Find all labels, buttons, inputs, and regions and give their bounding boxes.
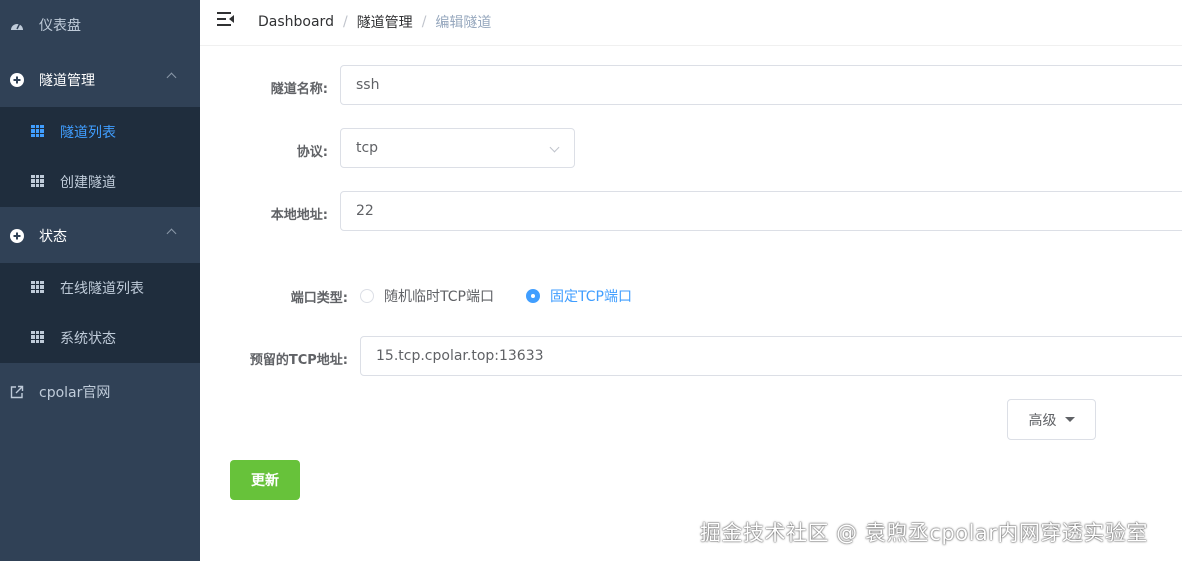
- breadcrumb: Dashboard / 隧道管理 / 编辑隧道: [258, 12, 491, 32]
- sidebar-item-label: 仪表盘: [39, 18, 81, 34]
- port-type-label: 端口类型:: [290, 291, 348, 306]
- submenu-tunnel-mgmt: 隧道列表 创建隧道: [0, 107, 200, 207]
- protocol-select[interactable]: tcp: [340, 128, 575, 168]
- table-icon: [31, 331, 44, 343]
- sidebar-item-label: cpolar官网: [39, 385, 111, 401]
- external-link-icon: [10, 385, 24, 399]
- reserved-tcp-address-label: 预留的TCP地址:: [249, 353, 348, 368]
- radio-circle-checked: [526, 289, 540, 303]
- sidebar-item-cpolar-site[interactable]: cpolar官网: [0, 367, 200, 417]
- caret-down-icon: [1064, 417, 1075, 422]
- radio-label: 固定TCP端口: [550, 289, 632, 305]
- protocol-select-value: tcp: [356, 140, 379, 156]
- sidebar-item-create-tunnel[interactable]: 创建隧道: [0, 157, 200, 207]
- sidebar-item-label: 系统状态: [60, 331, 116, 347]
- hamburger-icon[interactable]: [217, 12, 234, 26]
- sidebar-item-label: 隧道管理: [39, 73, 95, 89]
- dashboard-icon: [10, 18, 24, 32]
- submenu-status: 在线隧道列表 系统状态: [0, 263, 200, 363]
- sidebar-item-system-status[interactable]: 系统状态: [0, 313, 200, 363]
- chevron-up-icon: [166, 228, 177, 239]
- local-address-input[interactable]: 22: [340, 191, 1182, 231]
- navbar: Dashboard / 隧道管理 / 编辑隧道: [200, 0, 1182, 46]
- sidebar-item-label: 状态: [39, 229, 67, 245]
- sidebar: 仪表盘 隧道管理 隧道列表 创建隧道 状态 在线隧道列表 系统状态 cpolar…: [0, 0, 200, 561]
- sidebar-item-label: 在线隧道列表: [60, 281, 144, 297]
- radio-circle: [360, 289, 374, 303]
- advanced-dropdown-button[interactable]: 高级: [1007, 399, 1096, 440]
- plus-circle-icon: [10, 73, 24, 87]
- sidebar-item-label: 隧道列表: [60, 125, 116, 141]
- watermark: 掘金技术社区 @ 袁煦丞cpolar内网穿透实验室: [700, 521, 1148, 545]
- local-address-label: 本地地址:: [270, 208, 328, 223]
- table-icon: [31, 281, 44, 293]
- tunnel-name-label: 隧道名称:: [270, 82, 328, 97]
- breadcrumb-item-dashboard[interactable]: Dashboard: [258, 14, 334, 30]
- port-type-random-radio[interactable]: 随机临时TCP端口: [360, 286, 494, 306]
- port-type-fixed-radio[interactable]: 固定TCP端口: [526, 286, 632, 306]
- sidebar-item-tunnel-list[interactable]: 隧道列表: [0, 107, 200, 157]
- advanced-button-label: 高级: [1028, 412, 1057, 429]
- sidebar-item-label: 创建隧道: [60, 175, 116, 191]
- table-icon: [31, 175, 44, 187]
- breadcrumb-item-edit-tunnel: 编辑隧道: [435, 15, 492, 31]
- radio-label: 随机临时TCP端口: [384, 289, 494, 305]
- tunnel-name-input[interactable]: ssh: [340, 65, 1182, 105]
- sidebar-item-online-tunnels[interactable]: 在线隧道列表: [0, 263, 200, 313]
- chevron-up-icon: [166, 72, 177, 83]
- breadcrumb-separator: /: [342, 14, 348, 30]
- breadcrumb-separator: /: [421, 14, 427, 30]
- sidebar-item-status[interactable]: 状态: [0, 211, 200, 261]
- plus-circle-icon: [10, 229, 24, 243]
- sidebar-item-tunnel-mgmt[interactable]: 隧道管理: [0, 55, 200, 105]
- sidebar-item-dashboard[interactable]: 仪表盘: [0, 0, 200, 50]
- breadcrumb-item-tunnel-mgmt[interactable]: 隧道管理: [357, 12, 413, 32]
- table-icon: [31, 125, 44, 137]
- protocol-label: 协议:: [296, 145, 328, 160]
- update-button[interactable]: 更新: [230, 460, 300, 500]
- chevron-down-icon: [549, 142, 560, 153]
- reserved-tcp-address-input[interactable]: 15.tcp.cpolar.top:13633: [360, 336, 1182, 376]
